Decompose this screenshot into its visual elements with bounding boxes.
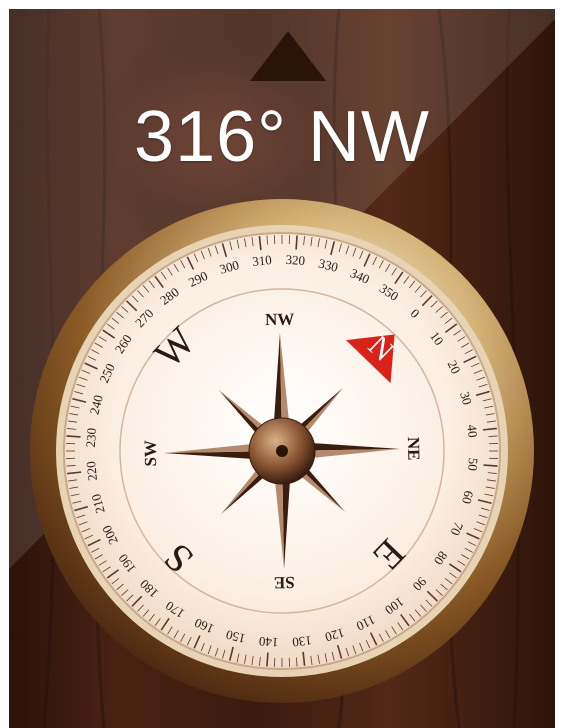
- tick-mark: [66, 435, 81, 438]
- degree-label: 310: [252, 252, 273, 269]
- tick-mark: [295, 235, 298, 250]
- intercardinal-label: NE: [404, 437, 423, 461]
- intercardinal-label: SW: [141, 440, 160, 467]
- compass-app: 316° NW 0 10 20 30 40 50 60 70 80 90 100…: [9, 9, 555, 728]
- compass-dial: 0102030405060708090100110120130140150160…: [30, 199, 534, 703]
- intercardinal-label: NW: [265, 310, 295, 330]
- degree-label: 40: [464, 424, 480, 438]
- degree-label: 220: [83, 461, 100, 482]
- intercardinal-label: SE: [274, 573, 295, 592]
- degree-label: 320: [285, 252, 305, 268]
- tick-mark: [266, 652, 269, 667]
- tick-mark: [483, 464, 498, 467]
- degree-label: 230: [83, 427, 99, 447]
- degree-label: 140: [258, 634, 278, 650]
- degree-label: 50: [465, 457, 481, 471]
- degree-label: 130: [292, 633, 313, 650]
